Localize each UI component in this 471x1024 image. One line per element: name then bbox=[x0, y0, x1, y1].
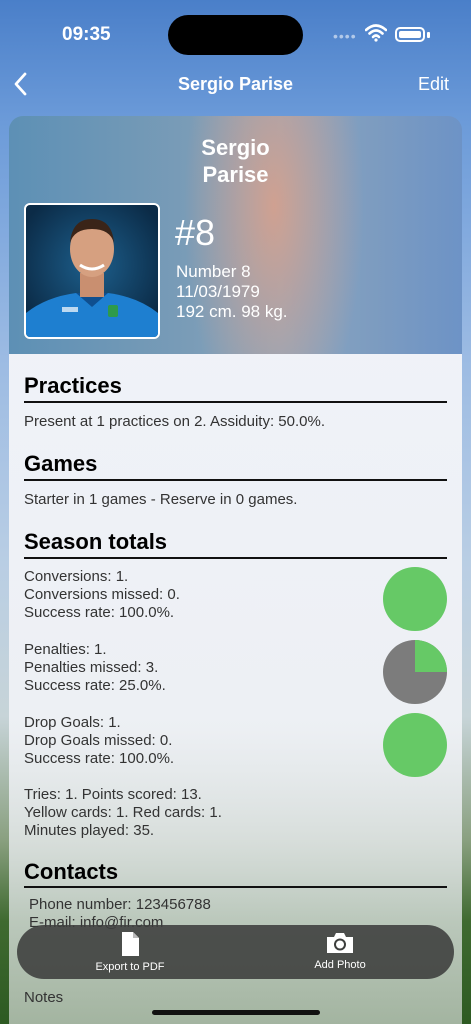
penalties-pie-chart bbox=[383, 640, 447, 704]
player-header: Sergio Parise #8 Number 8 11/03/1979 192… bbox=[9, 116, 462, 354]
penalties-missed: Penalties missed: 3. bbox=[24, 659, 159, 676]
nav-title: Sergio Parise bbox=[177, 74, 294, 94]
contacts-title: Contacts bbox=[24, 859, 119, 884]
drop-goals-rate: Success rate: 100.0%. bbox=[24, 750, 175, 767]
export-pdf-label: Export to PDF bbox=[95, 961, 165, 973]
conversions-rate: Success rate: 100.0%. bbox=[24, 604, 175, 621]
player-number-text: Number 8 bbox=[176, 262, 251, 281]
contacts-divider bbox=[24, 886, 447, 888]
pie-success-slice bbox=[415, 640, 447, 672]
wifi-icon bbox=[365, 24, 387, 42]
notes-label: Notes bbox=[24, 989, 64, 1006]
tries-points: Tries: 1. Points scored: 13. bbox=[24, 786, 202, 803]
export-pdf-button[interactable]: Export to PDF bbox=[70, 931, 190, 973]
pie-base bbox=[383, 713, 447, 777]
signal-dots-icon: •••• bbox=[333, 28, 357, 44]
bottom-toolbar: Export to PDF Add Photo bbox=[17, 925, 454, 979]
navigation-bar: Sergio Parise Edit bbox=[0, 66, 471, 102]
player-card: Sergio Parise #8 Number 8 11/03/1979 192… bbox=[9, 116, 462, 1024]
jersey-number: #8 bbox=[175, 212, 216, 253]
player-birthdate: 11/03/1979 bbox=[176, 282, 260, 301]
back-chevron-icon[interactable] bbox=[12, 71, 30, 97]
season-totals-title: Season totals bbox=[24, 529, 168, 554]
status-bar: 09:35 •••• bbox=[0, 0, 471, 60]
edit-button[interactable]: Edit bbox=[418, 74, 449, 95]
drop-goals-count: Drop Goals: 1. bbox=[24, 714, 121, 731]
practices-summary: Present at 1 practices on 2. Assiduity: … bbox=[24, 413, 325, 430]
drop-goals-missed: Drop Goals missed: 0. bbox=[24, 732, 173, 749]
games-title: Games bbox=[24, 451, 98, 476]
drop-goals-pie-chart bbox=[383, 713, 447, 777]
season-divider bbox=[24, 557, 447, 559]
phone-number[interactable]: Phone number: 123456788 bbox=[29, 896, 211, 914]
games-summary: Starter in 1 games - Reserve in 0 games. bbox=[24, 491, 298, 508]
conversions-count: Conversions: 1. bbox=[24, 568, 129, 585]
player-name: Sergio Parise bbox=[201, 135, 270, 187]
dynamic-island bbox=[168, 15, 303, 55]
document-icon bbox=[122, 932, 139, 956]
status-time: 09:35 bbox=[62, 24, 111, 45]
minutes-played: Minutes played: 35. bbox=[24, 822, 155, 839]
conversions-pie-chart bbox=[383, 567, 447, 631]
penalties-rate: Success rate: 25.0%. bbox=[24, 677, 166, 694]
penalties-count: Penalties: 1. bbox=[24, 641, 107, 658]
practices-title: Practices bbox=[24, 373, 122, 398]
add-photo-label: Add Photo bbox=[314, 959, 366, 971]
practices-divider bbox=[24, 401, 447, 403]
home-indicator bbox=[152, 1010, 320, 1015]
games-divider bbox=[24, 479, 447, 481]
conversions-missed: Conversions missed: 0. bbox=[24, 586, 180, 603]
player-portrait-image bbox=[26, 219, 158, 337]
player-measures: 192 cm. 98 kg. bbox=[176, 302, 288, 321]
camera-icon bbox=[327, 933, 353, 953]
player-details: Practices Present at 1 practices on 2. A… bbox=[9, 354, 462, 1024]
battery-tip bbox=[427, 32, 430, 38]
player-photo[interactable] bbox=[24, 203, 160, 339]
cards-count: Yellow cards: 1. Red cards: 1. bbox=[24, 804, 222, 821]
add-photo-button[interactable]: Add Photo bbox=[280, 931, 400, 971]
battery-icon bbox=[395, 27, 425, 42]
pie-base bbox=[383, 567, 447, 631]
